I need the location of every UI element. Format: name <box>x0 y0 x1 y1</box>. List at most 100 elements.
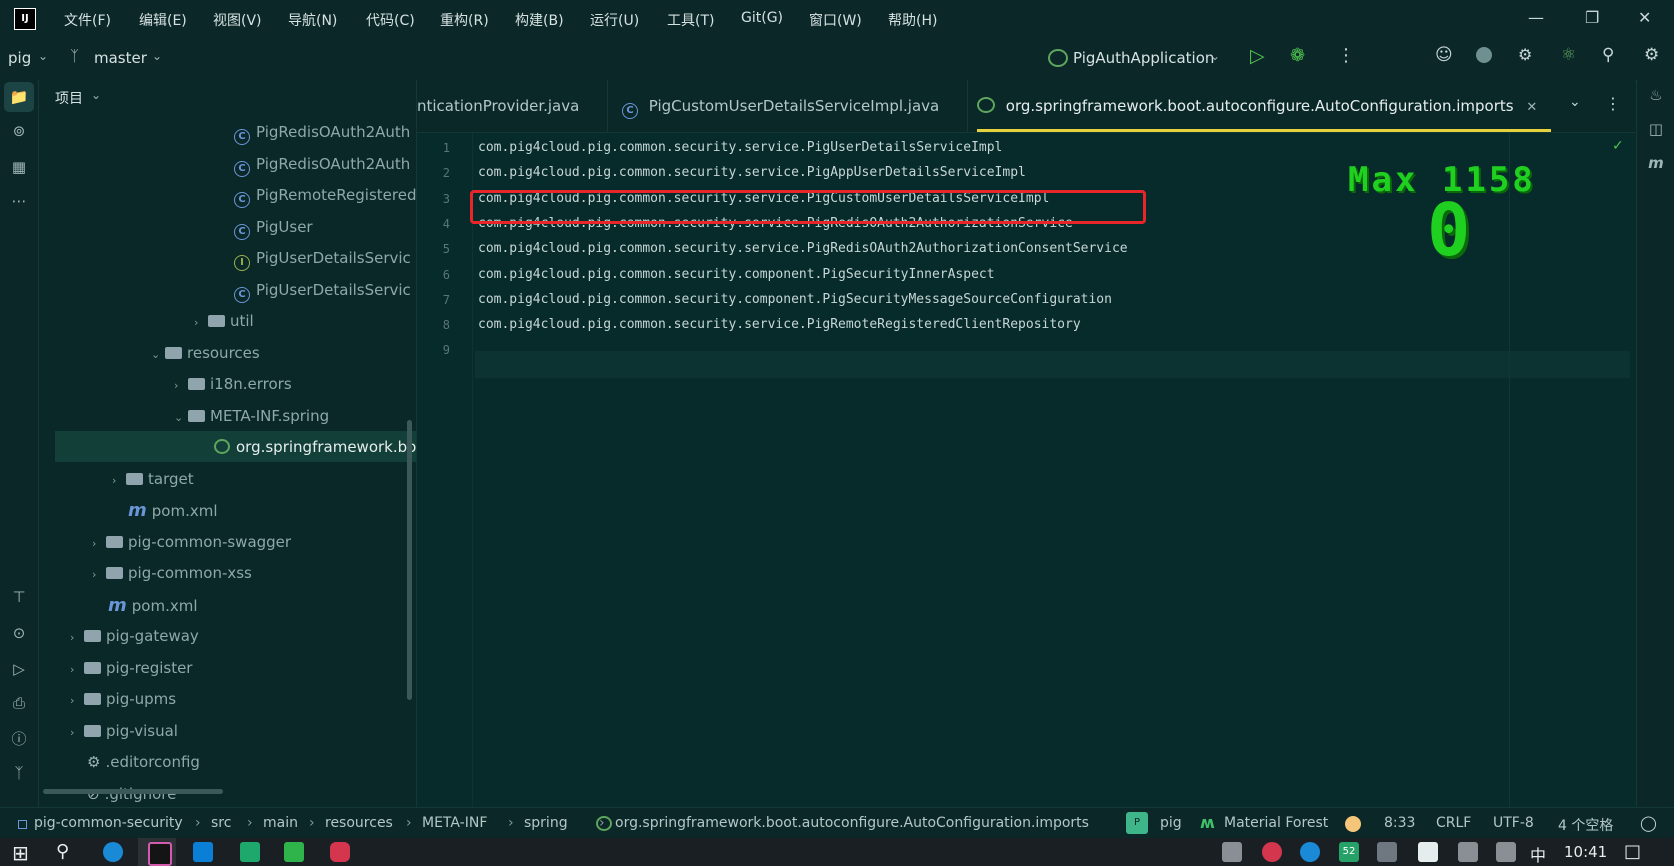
run-config-selector[interactable]: PigAuthApplication <box>1073 49 1214 67</box>
chevron-right-icon[interactable]: › <box>70 654 84 685</box>
vertical-scrollbar[interactable] <box>407 420 412 700</box>
tray-shield-icon[interactable] <box>1418 842 1438 862</box>
more-icon[interactable]: ⋮ <box>1605 94 1621 113</box>
hbuilder-icon[interactable] <box>284 842 304 862</box>
status-theme[interactable]: Material Forest <box>1224 815 1328 831</box>
chevron-right-icon[interactable]: › <box>92 528 106 559</box>
chevron-right-icon[interactable]: › <box>112 465 126 496</box>
tray-network-icon[interactable] <box>1458 842 1478 862</box>
structure-icon[interactable]: ▦ <box>9 158 29 178</box>
tree-item[interactable]: ⌄ resources <box>151 338 260 369</box>
tree-item[interactable]: C PigRemoteRegisteredC <box>234 180 416 211</box>
indent-setting[interactable]: 4 个空格 <box>1558 815 1613 835</box>
services-icon[interactable]: ⊙ <box>9 624 29 644</box>
app-logo[interactable]: IJ <box>14 8 36 30</box>
tree-item[interactable]: › pig-common-xss <box>92 558 252 589</box>
code-line[interactable]: com.pig4cloud.pig.common.security.servic… <box>478 140 1002 155</box>
tree-item[interactable]: ⌄ META-INF.spring <box>174 401 329 432</box>
terminal-icon[interactable]: ⎙ <box>9 694 29 714</box>
tab-autoconfiguration-imports[interactable]: org.springframework.boot.autoconfigure.A… <box>977 80 1551 132</box>
chevron-down-icon[interactable]: ⌄ <box>151 339 165 370</box>
horizontal-scrollbar[interactable] <box>43 789 223 794</box>
menu-item[interactable]: 运行(U) <box>590 10 639 30</box>
code-line[interactable]: com.pig4cloud.pig.common.security.servic… <box>478 241 1128 256</box>
tree-item[interactable]: org.springframework.bo <box>214 432 416 463</box>
menu-item[interactable]: 导航(N) <box>288 10 337 30</box>
tray-badge-52[interactable]: 52 <box>1339 842 1359 862</box>
chevron-down-icon[interactable]: ⌄ <box>152 49 162 63</box>
branch-selector[interactable]: master <box>94 49 147 67</box>
more-tools-icon[interactable]: ⋯ <box>9 192 29 212</box>
status-indicator-icon[interactable] <box>1345 816 1361 832</box>
pycharm-icon[interactable] <box>240 842 260 862</box>
chevron-down-icon[interactable]: ⌄ <box>1210 49 1220 63</box>
project-selector[interactable]: pig <box>8 49 31 67</box>
menu-item[interactable]: 文件(F) <box>64 10 111 30</box>
more-icon[interactable]: ⋮ <box>1337 45 1355 66</box>
menu-item[interactable]: 工具(T) <box>667 10 714 30</box>
chevron-right-icon[interactable]: › <box>70 622 84 653</box>
tree-item[interactable]: C PigUser <box>234 212 313 243</box>
build-icon[interactable]: ⊤ <box>9 588 29 608</box>
minimize-icon[interactable]: — <box>1528 8 1544 27</box>
tree-item[interactable]: I PigUserDetailsServic <box>234 243 411 274</box>
run-tool-icon[interactable]: ▷ <box>9 660 29 680</box>
menu-item[interactable]: 构建(B) <box>515 10 564 30</box>
tree-item[interactable]: › util <box>194 306 254 337</box>
tree-item[interactable]: › pig-visual <box>70 716 178 747</box>
tray-monitor-icon[interactable] <box>1222 842 1242 862</box>
redis-app-icon[interactable] <box>330 842 350 862</box>
git-icon[interactable]: ᛉ <box>9 764 29 784</box>
chevron-right-icon[interactable]: › <box>92 559 106 590</box>
input-method[interactable]: 中 <box>1530 842 1546 866</box>
chevron-down-icon[interactable]: ⌄ <box>174 402 188 433</box>
menu-item[interactable]: 代码(C) <box>366 10 415 30</box>
breadcrumb-item[interactable]: spring <box>524 815 568 831</box>
tree-item[interactable]: C PigRedisOAuth2Auth <box>234 117 410 148</box>
breadcrumb-item[interactable]: src <box>211 815 231 831</box>
search-icon[interactable]: ⚲ <box>1602 45 1614 65</box>
menu-item[interactable]: 帮助(H) <box>888 10 937 30</box>
tray-volume-icon[interactable] <box>1496 842 1516 862</box>
ai-icon[interactable]: ⚛ <box>1561 45 1576 65</box>
database-icon[interactable]: ◫ <box>1646 120 1666 140</box>
notifications-icon[interactable]: ♨ <box>1646 86 1666 106</box>
problems-icon[interactable]: ⓘ <box>9 728 29 748</box>
edge-browser-icon[interactable] <box>103 842 123 862</box>
clock[interactable]: 10:41 <box>1564 843 1607 861</box>
project-panel-title[interactable]: 项目 <box>55 88 83 108</box>
close-icon[interactable]: ✕ <box>1638 8 1651 27</box>
tab-authentication-provider[interactable]: nticationProvider.java <box>417 80 608 132</box>
tree-item[interactable]: › i18n.errors <box>174 369 292 400</box>
chevron-down-icon[interactable]: ⌄ <box>91 88 101 102</box>
tab-custom-user-details-service[interactable]: C PigCustomUserDetailsServiceImpl.java <box>622 80 968 132</box>
tree-item[interactable]: C PigUserDetailsServic <box>234 275 411 306</box>
code-line[interactable]: com.pig4cloud.pig.common.security.compon… <box>478 267 995 282</box>
search-icon[interactable]: ⚲ <box>56 841 69 862</box>
close-tab-icon[interactable]: ✕ <box>1526 100 1537 115</box>
menu-item[interactable]: 窗口(W) <box>809 10 862 30</box>
project-badge[interactable]: P <box>1126 812 1148 834</box>
restore-icon[interactable]: ❐ <box>1585 8 1599 27</box>
tree-item[interactable]: › target <box>112 464 194 495</box>
project-view-icon[interactable]: 📁 <box>4 82 34 112</box>
add-user-icon[interactable]: ☺ <box>1435 45 1453 65</box>
windows-start-icon[interactable]: ⊞ <box>12 841 29 865</box>
breadcrumb-item[interactable]: pig-common-security <box>34 815 183 831</box>
code-line[interactable]: com.pig4cloud.pig.common.security.compon… <box>478 292 1112 307</box>
tray-vm-icon[interactable] <box>1377 842 1397 862</box>
code-line[interactable]: com.pig4cloud.pig.common.security.servic… <box>478 165 1026 180</box>
lock-icon[interactable]: ◯ <box>1640 814 1657 832</box>
breadcrumb-item[interactable]: META-INF <box>422 815 487 831</box>
chevron-right-icon[interactable]: › <box>70 717 84 748</box>
tray-app-icon[interactable] <box>1262 842 1282 862</box>
code-line[interactable]: com.pig4cloud.pig.common.security.servic… <box>478 317 1081 332</box>
file-encoding[interactable]: UTF-8 <box>1493 815 1534 831</box>
menu-item[interactable]: Git(G) <box>741 10 783 26</box>
chevron-right-icon[interactable]: › <box>70 685 84 716</box>
breadcrumb-item[interactable]: resources <box>325 815 393 831</box>
menu-item[interactable]: 编辑(E) <box>139 10 187 30</box>
run-icon[interactable]: ▷ <box>1250 45 1265 67</box>
webstorm-icon[interactable] <box>193 842 213 862</box>
tabs-dropdown-icon[interactable]: ⌄ <box>1569 94 1581 110</box>
